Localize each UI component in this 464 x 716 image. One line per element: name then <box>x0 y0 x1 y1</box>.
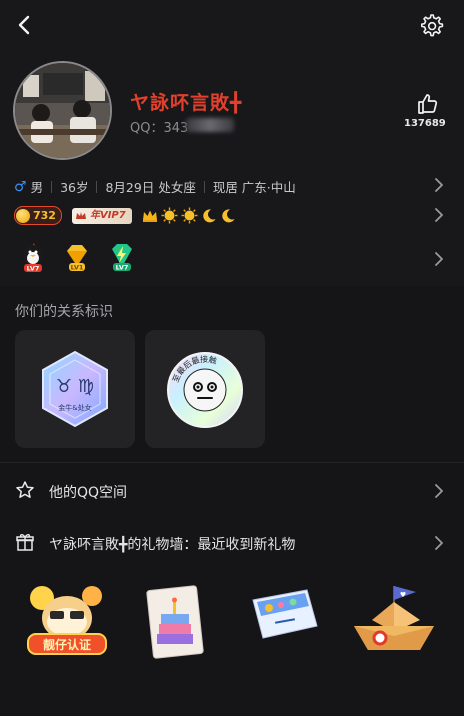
giftwall-row[interactable]: ヤ詠吥言敗╋的礼物墙：最近收到新礼物 <box>0 528 464 558</box>
sun-icon <box>181 207 198 224</box>
coin-icon <box>16 208 30 223</box>
chevron-right-icon[interactable] <box>432 252 446 266</box>
crown-icon <box>142 210 157 222</box>
qzone-label: 他的QQ空间 <box>49 485 128 501</box>
boat-flag-icon: ♥ <box>400 591 406 599</box>
coin-badge: 732 <box>14 206 62 225</box>
info-divider <box>51 180 53 193</box>
back-icon[interactable] <box>12 10 40 40</box>
relation-card-emoji[interactable]: 至最后最接触 <box>145 330 265 448</box>
chevron-right-icon[interactable] <box>432 178 446 192</box>
taurus-icon: ♉ <box>56 376 72 397</box>
zodiac-badge-label: 金牛&处女 <box>58 403 91 412</box>
gift-item[interactable]: ♥ <box>350 578 438 664</box>
gift-text: 靓仔认证 <box>43 637 91 652</box>
chevron-right-icon <box>435 536 443 550</box>
location: 现居 广东·中山 <box>212 180 296 195</box>
gift-icon <box>16 534 34 551</box>
gender-icon: ♂ <box>14 178 27 195</box>
level-text: LV7 <box>116 264 129 272</box>
gift-certified-icon: 靓仔认证 <box>27 586 107 655</box>
moon-icon <box>222 208 235 222</box>
paper-boat-icon: ♥ <box>354 586 434 650</box>
info-divider <box>203 180 205 193</box>
like-count: 137689 <box>404 118 446 129</box>
qq-number: QQ：343 <box>130 121 189 136</box>
level-badges-row[interactable]: LV7 LV1 LV7 <box>18 240 138 274</box>
sun-icon <box>161 207 178 224</box>
level-text: LV1 <box>71 264 84 272</box>
star-icon <box>16 481 34 498</box>
badge-row[interactable]: 732 年VIP7 <box>14 206 236 225</box>
basic-info-row[interactable]: ♂ 男 36岁 8月29日 处女座 现居 广东·中山 <box>14 177 296 196</box>
diamond-level-icon: LV1 <box>67 245 87 272</box>
lightning-level-icon: LV7 <box>112 244 132 272</box>
holographic-ring-badge: 至最后最接触 <box>167 352 243 428</box>
thumbs-up-icon[interactable] <box>416 92 440 116</box>
chevron-right-icon[interactable] <box>432 208 446 222</box>
chevron-right-icon <box>435 484 443 498</box>
qq-number-mask <box>186 118 234 132</box>
avatar-photo <box>15 63 110 158</box>
activity-badges <box>142 207 236 224</box>
age: 36岁 <box>60 180 89 195</box>
gift-item[interactable] <box>249 586 321 650</box>
gender: 男 <box>30 180 44 195</box>
greeting-card-icon <box>252 589 318 639</box>
birthday: 8月29日 处女座 <box>105 180 196 195</box>
settings-gear-icon[interactable] <box>417 12 445 40</box>
virgo-icon: ♍ <box>78 376 94 397</box>
nickname: ヤ詠吥言敗╋ <box>130 92 243 114</box>
level-text: LV7 <box>27 265 40 273</box>
relation-card-zodiac[interactable]: ♉ ♍ 金牛&处女 <box>15 330 135 448</box>
relation-section-title: 你们的关系标识 <box>15 304 113 320</box>
gift-item[interactable]: 靓仔认证 <box>22 578 112 666</box>
zodiac-hexagon-badge: ♉ ♍ 金牛&处女 <box>42 350 108 428</box>
birthday-card-icon <box>146 585 204 659</box>
giftwall-label: ヤ詠吥言敗╋的礼物墙：最近收到新礼物 <box>49 537 296 553</box>
vip-crown-icon <box>75 211 86 219</box>
info-divider <box>96 180 98 193</box>
coin-value: 732 <box>33 209 56 222</box>
avatar[interactable] <box>13 61 112 160</box>
section-divider <box>0 462 464 463</box>
gift-item[interactable] <box>145 584 207 666</box>
moon-icon <box>203 208 216 222</box>
qq-penguin-level-icon: LV7 <box>23 243 43 273</box>
vip-label: 年VIP7 <box>89 209 126 221</box>
qzone-row[interactable]: 他的QQ空间 <box>0 476 464 506</box>
vip-badge: 年VIP7 <box>71 207 132 224</box>
